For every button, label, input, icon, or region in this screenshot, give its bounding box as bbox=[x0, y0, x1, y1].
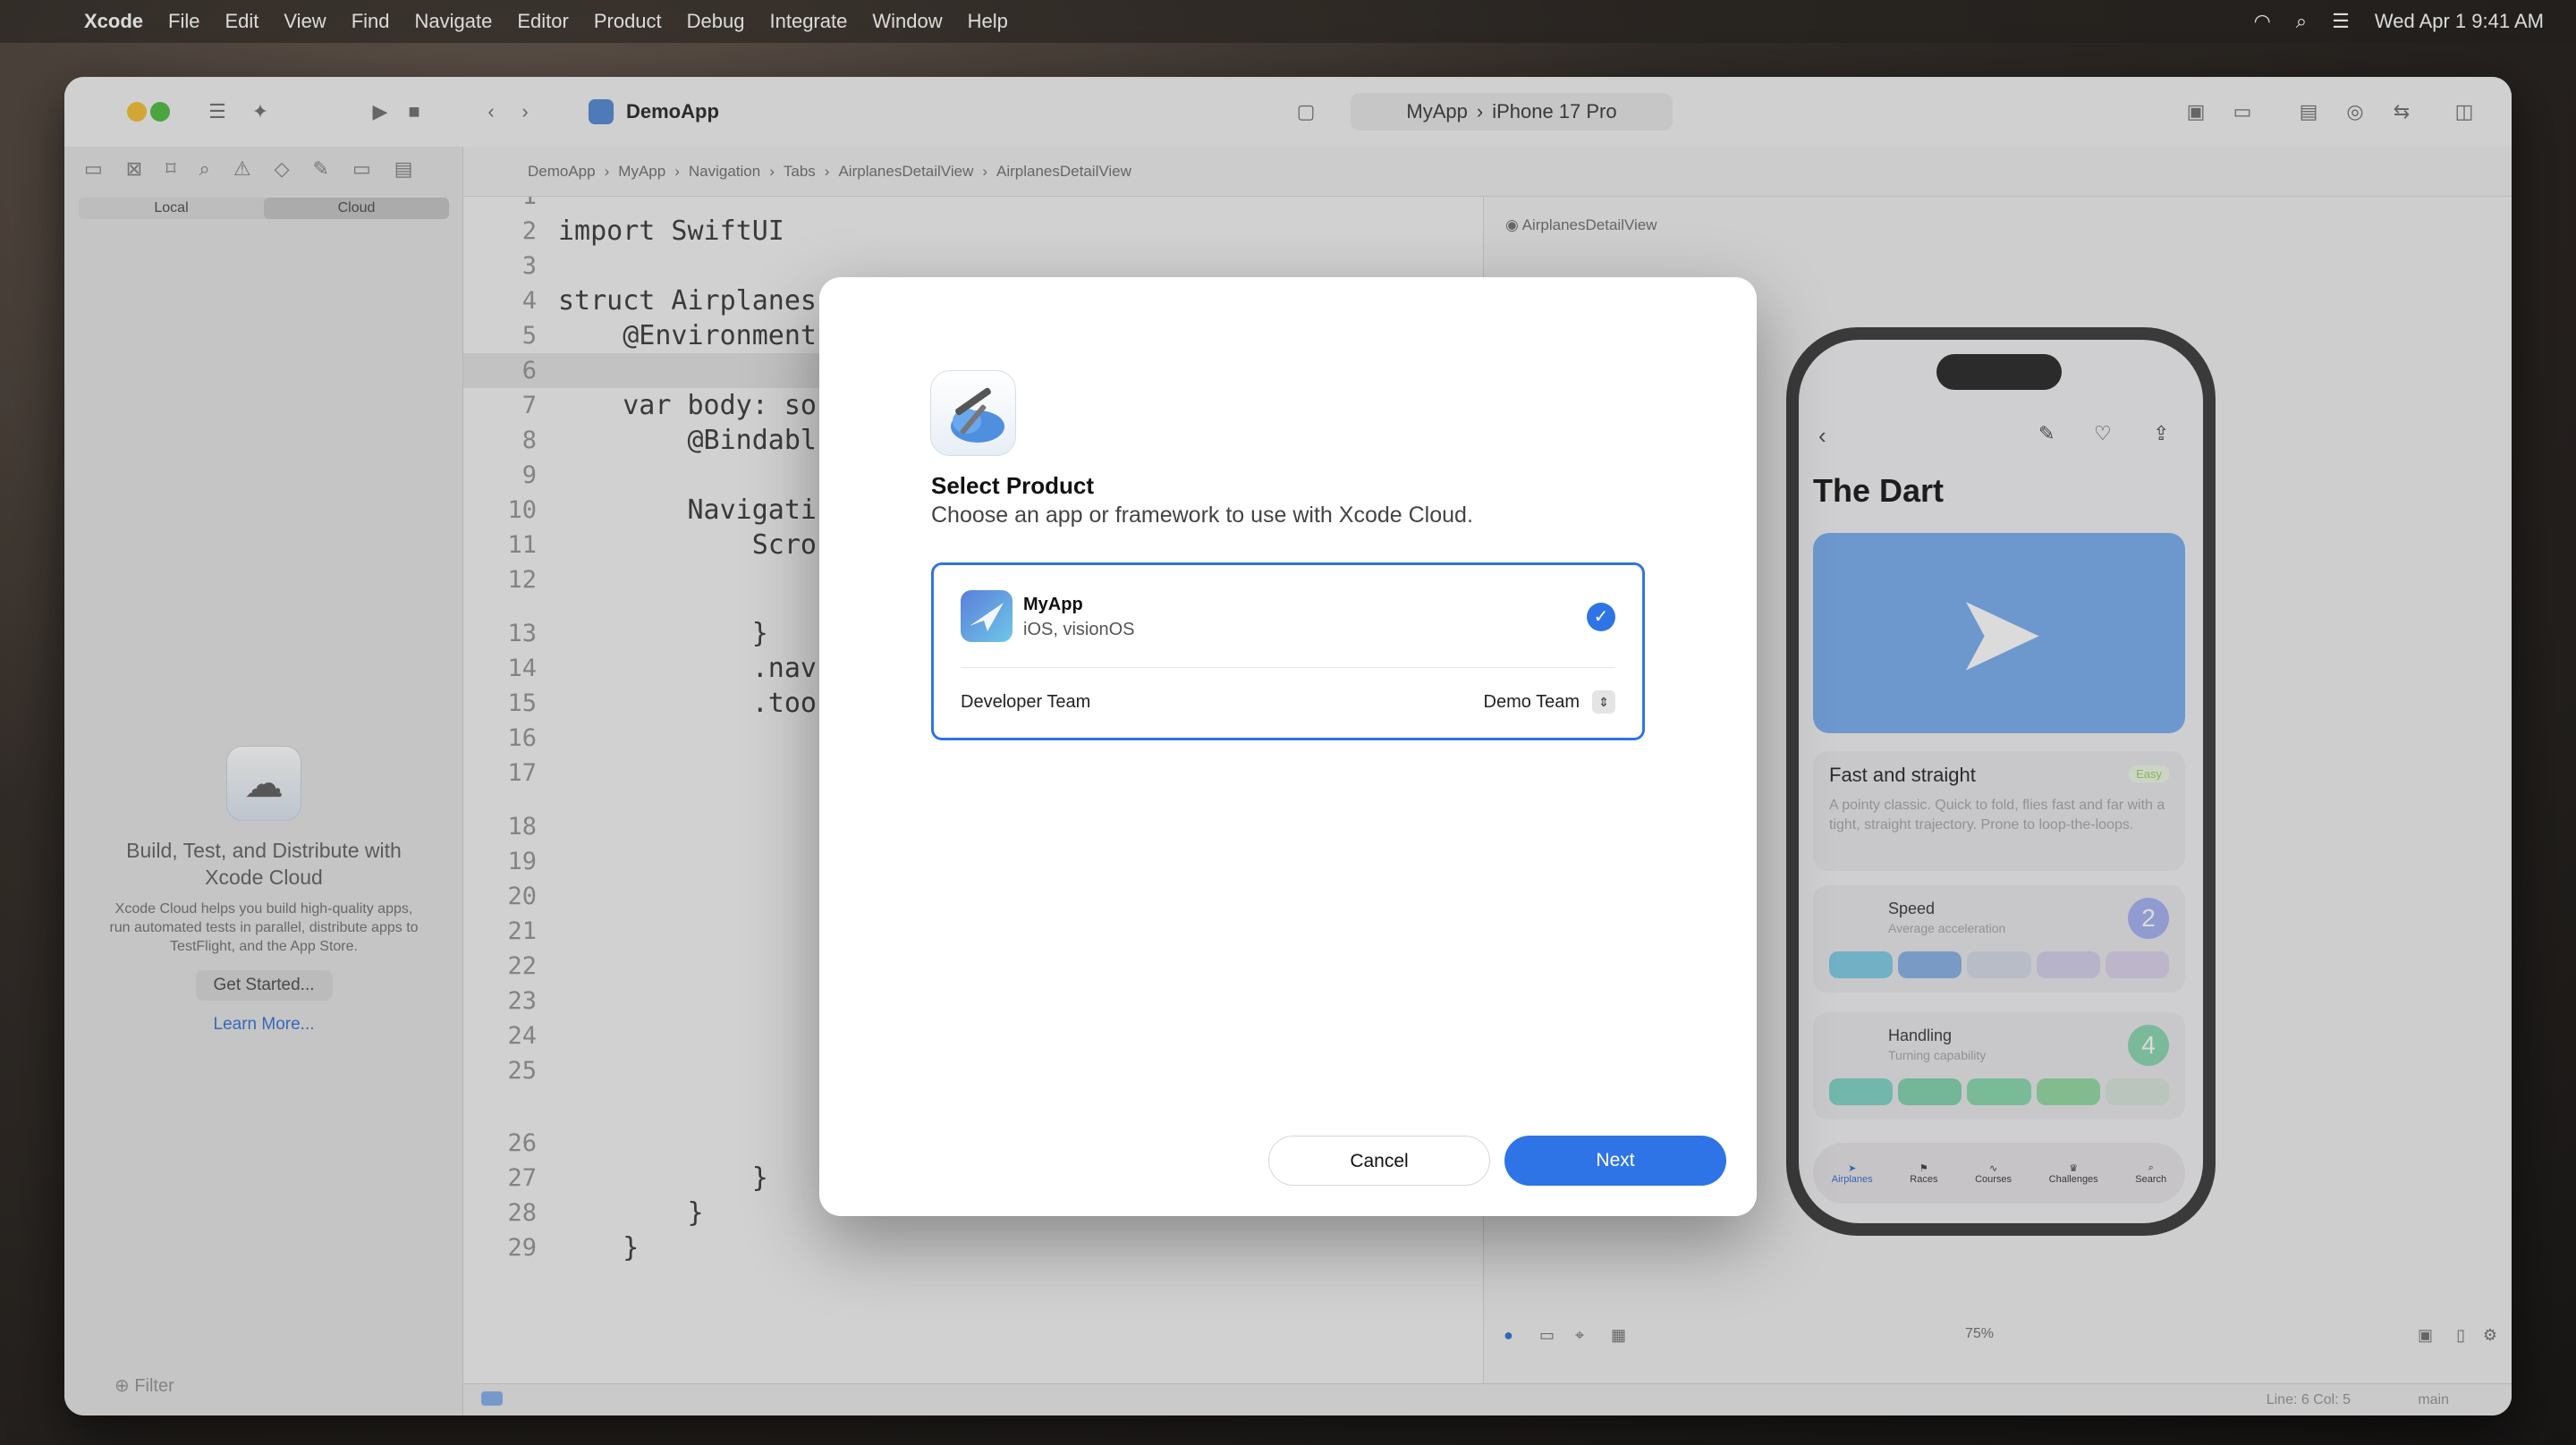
checkmark-icon[interactable]: ✓ bbox=[1587, 603, 1615, 631]
xcode-cloud-icon bbox=[930, 370, 1016, 456]
product-option-card[interactable]: MyApp iOS, visionOS ✓ Developer Team Dem… bbox=[931, 562, 1645, 740]
dialog-subtitle: Choose an app or framework to use with X… bbox=[931, 503, 1473, 528]
product-platforms: iOS, visionOS bbox=[1023, 620, 1135, 639]
dialog-title: Select Product bbox=[931, 472, 1095, 499]
product-name: MyApp bbox=[1023, 595, 1083, 614]
divider bbox=[961, 667, 1615, 668]
chevron-up-down-icon[interactable]: ⇕ bbox=[1592, 690, 1615, 714]
select-product-dialog: Select Product Choose an app or framewor… bbox=[819, 277, 1757, 1216]
cancel-button[interactable]: Cancel bbox=[1268, 1136, 1490, 1186]
developer-team-label: Developer Team bbox=[961, 692, 1091, 712]
app-icon bbox=[961, 590, 1013, 642]
next-button[interactable]: Next bbox=[1504, 1136, 1726, 1186]
developer-team-value[interactable]: Demo Team bbox=[1484, 692, 1580, 713]
